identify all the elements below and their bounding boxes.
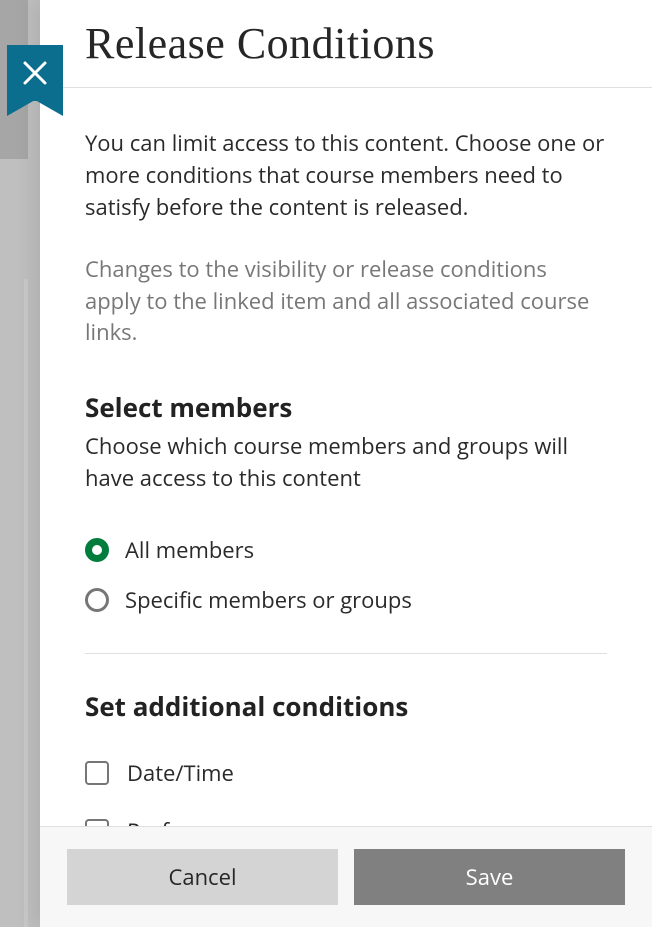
checkbox-date-time[interactable]: Date/Time <box>85 744 607 802</box>
backdrop: Release Conditions You can limit access … <box>0 0 652 927</box>
checkbox-icon <box>85 819 109 826</box>
close-flag-decoration <box>7 100 63 116</box>
panel-body: You can limit access to this content. Ch… <box>40 88 652 826</box>
radio-icon <box>85 538 109 562</box>
release-conditions-panel: Release Conditions You can limit access … <box>40 0 652 927</box>
select-members-heading: Select members <box>85 389 607 425</box>
visibility-note: Changes to the visibility or release con… <box>85 254 607 350</box>
checkbox-label: Performance <box>127 816 260 826</box>
panel-title: Release Conditions <box>85 18 607 69</box>
select-members-sub: Choose which course members and groups w… <box>85 431 607 495</box>
additional-conditions-heading: Set additional conditions <box>85 688 607 724</box>
panel-footer: Cancel Save <box>40 826 652 927</box>
radio-icon <box>85 588 109 612</box>
close-tab[interactable] <box>7 45 63 117</box>
intro-text: You can limit access to this content. Ch… <box>85 128 607 224</box>
panel-header: Release Conditions <box>40 0 652 88</box>
close-button[interactable] <box>7 45 63 101</box>
checkbox-icon <box>85 761 109 785</box>
radio-label: Specific members or groups <box>125 585 412 615</box>
radio-all-members[interactable]: All members <box>85 525 607 575</box>
save-button[interactable]: Save <box>354 849 625 905</box>
checkbox-performance[interactable]: Performance <box>85 802 607 826</box>
section-divider <box>85 653 607 654</box>
left-vertical-bar <box>24 279 28 927</box>
radio-label: All members <box>125 535 254 565</box>
checkbox-label: Date/Time <box>127 758 234 788</box>
radio-specific-members[interactable]: Specific members or groups <box>85 575 607 625</box>
close-icon <box>22 60 48 86</box>
cancel-button[interactable]: Cancel <box>67 849 338 905</box>
